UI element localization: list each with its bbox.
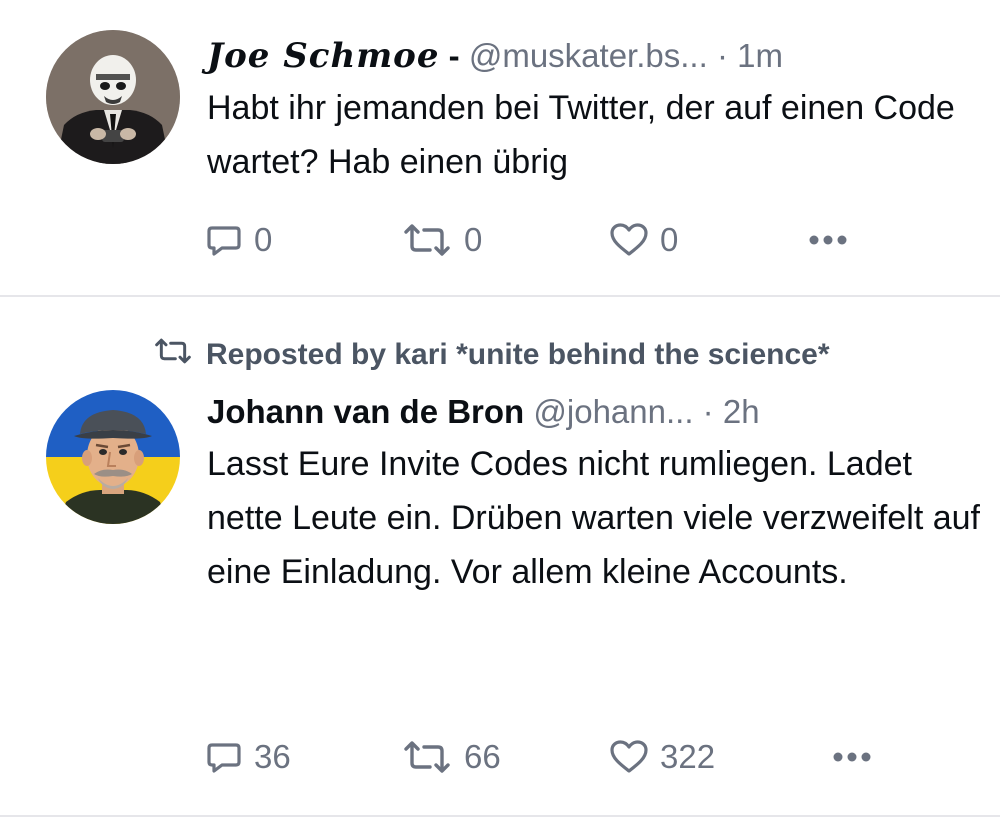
like-count: 322 bbox=[660, 738, 716, 775]
repost-label: Reposted by kari *unite behind the scien… bbox=[206, 338, 830, 371]
like-button[interactable]: 322 bbox=[608, 735, 715, 779]
feed-post[interactable]: Joe Schmoe - @muskater.bs... · 1m Habt i… bbox=[0, 0, 1000, 295]
repost-arrows-icon bbox=[400, 737, 454, 777]
repost-arrows-icon bbox=[152, 335, 206, 375]
repost-count: 66 bbox=[464, 738, 501, 775]
ellipsis-icon bbox=[828, 737, 876, 777]
more-options-button[interactable] bbox=[828, 735, 876, 779]
speech-bubble-icon bbox=[204, 737, 244, 777]
post-content: Johann van de Bron @johann... · 2h Lasst… bbox=[207, 389, 980, 599]
post-header: Joe Schmoe - @muskater.bs... · 1m bbox=[207, 33, 980, 79]
reply-button[interactable]: 0 bbox=[204, 218, 272, 262]
avatar-image bbox=[46, 390, 180, 524]
speech-bubble-icon bbox=[204, 220, 244, 260]
avatar[interactable] bbox=[46, 390, 180, 524]
post-text: Lasst Eure Invite Codes nicht rumliegen.… bbox=[207, 445, 981, 591]
repost-button[interactable]: 0 bbox=[400, 218, 482, 262]
author-handle[interactable]: @muskater.bs... bbox=[469, 37, 708, 74]
post-timestamp[interactable]: 2h bbox=[723, 393, 760, 430]
more-options-button[interactable] bbox=[804, 218, 852, 262]
author-handle[interactable]: @johann... bbox=[533, 393, 693, 430]
reply-count: 0 bbox=[254, 221, 273, 258]
author-name[interactable]: Joe Schmoe bbox=[207, 36, 440, 76]
repost-count: 0 bbox=[464, 221, 483, 258]
post-timestamp[interactable]: 1m bbox=[737, 37, 783, 74]
feed-post[interactable]: Reposted by kari *unite behind the scien… bbox=[0, 297, 1000, 815]
post-actions: 0 0 0 bbox=[204, 218, 964, 262]
name-separator: - bbox=[448, 37, 460, 74]
reply-button[interactable]: 36 bbox=[204, 735, 291, 779]
post-actions: 36 66 322 bbox=[204, 735, 964, 779]
reply-count: 36 bbox=[254, 738, 291, 775]
avatar[interactable] bbox=[46, 30, 180, 164]
heart-icon bbox=[608, 737, 650, 777]
repost-arrows-icon bbox=[400, 220, 454, 260]
repost-button[interactable]: 66 bbox=[400, 735, 501, 779]
post-text: Habt ihr jemanden bei Twitter, der auf e… bbox=[207, 89, 955, 181]
avatar-image bbox=[46, 30, 180, 164]
ellipsis-icon bbox=[804, 220, 852, 260]
dot-separator: · bbox=[716, 37, 728, 74]
post-header: Johann van de Bron @johann... · 2h bbox=[207, 389, 980, 435]
author-name[interactable]: Johann van de Bron bbox=[207, 393, 524, 430]
repost-indicator[interactable]: Reposted by kari *unite behind the scien… bbox=[152, 335, 830, 375]
post-divider bbox=[0, 815, 1000, 817]
like-button[interactable]: 0 bbox=[608, 218, 678, 262]
post-content: Joe Schmoe - @muskater.bs... · 1m Habt i… bbox=[207, 33, 980, 189]
dot-separator: · bbox=[702, 393, 714, 430]
like-count: 0 bbox=[660, 221, 679, 258]
heart-icon bbox=[608, 220, 650, 260]
